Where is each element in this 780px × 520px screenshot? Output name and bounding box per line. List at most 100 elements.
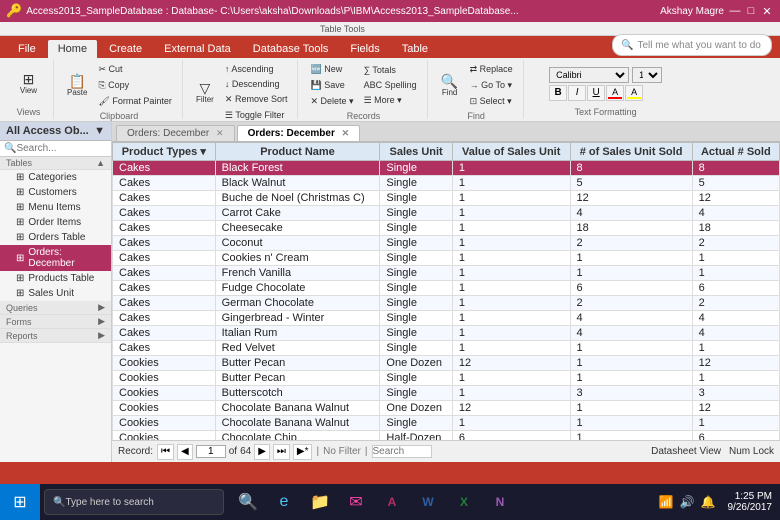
close-button[interactable]: ✕ (760, 4, 774, 18)
table-row[interactable]: Cookies Chocolate Banana Walnut One Doze… (113, 401, 780, 416)
font-name-select[interactable]: Calibri (549, 67, 629, 83)
tab-database-tools[interactable]: Database Tools (243, 40, 339, 58)
nav-item-customers[interactable]: ⊞ Customers (0, 185, 111, 200)
table-row[interactable]: Cookies Chocolate Banana Walnut Single 1… (113, 416, 780, 431)
save-button[interactable]: 💾 Save (306, 78, 357, 93)
replace-button[interactable]: ⇄ Replace (466, 62, 517, 77)
views-button[interactable]: ⊞ View (15, 69, 43, 98)
table-row[interactable]: Cakes Gingerbread - Winter Single 1 4 4 (113, 311, 780, 326)
paste-button[interactable]: 📋 Paste (62, 71, 92, 100)
nav-search-input[interactable] (16, 143, 107, 154)
nav-last-button[interactable]: ⏭ (273, 444, 290, 460)
col-header-actual-sold[interactable]: Actual # Sold (692, 143, 779, 161)
col-header-sales-unit[interactable]: Sales Unit (380, 143, 452, 161)
col-header-value-sales[interactable]: Value of Sales Unit (452, 143, 570, 161)
tab-file[interactable]: File (8, 40, 46, 58)
tab-external-data[interactable]: External Data (154, 40, 241, 58)
nav-item-orders-table[interactable]: ⊞ Orders Table (0, 230, 111, 245)
delete-button[interactable]: ✕ Delete ▾ (306, 94, 357, 109)
nav-section-tables[interactable]: Tables ▲ (0, 157, 111, 170)
nav-item-order-items[interactable]: ⊞ Order Items (0, 215, 111, 230)
tab-create[interactable]: Create (99, 40, 152, 58)
col-header-product-name[interactable]: Product Name (215, 143, 380, 161)
select-button[interactable]: ⊡ Select ▾ (466, 94, 517, 109)
record-number-input[interactable] (196, 445, 226, 458)
taskbar-excel-icon[interactable]: X (448, 486, 480, 518)
table-row[interactable]: Cakes Red Velvet Single 1 1 1 (113, 341, 780, 356)
doc-tab-orders-1[interactable]: Orders: December ✕ (116, 125, 235, 141)
table-row[interactable]: Cookies Butter Pecan One Dozen 12 1 12 (113, 356, 780, 371)
spelling-button[interactable]: ABC Spelling (360, 78, 421, 92)
table-row[interactable]: Cakes Cheesecake Single 1 18 18 (113, 221, 780, 236)
nav-section-reports[interactable]: Reports ▶ (0, 329, 111, 343)
minimize-button[interactable]: — (728, 4, 742, 18)
filter-button[interactable]: ▽ Filter (191, 78, 219, 107)
datasheet-wrapper[interactable]: Product Types ▾ Product Name Sales Unit … (112, 142, 780, 440)
new-record-button[interactable]: 🆕 New (306, 62, 357, 77)
table-row[interactable]: Cakes French Vanilla Single 1 1 1 (113, 266, 780, 281)
volume-icon[interactable]: 🔊 (680, 495, 695, 509)
tell-me-box[interactable]: 🔍 Tell me what you want to do (612, 34, 772, 56)
ascending-button[interactable]: ↑ Ascending (221, 62, 292, 76)
nav-section-forms[interactable]: Forms ▶ (0, 315, 111, 329)
col-header-product-types[interactable]: Product Types ▾ (113, 143, 216, 161)
nav-item-products-table[interactable]: ⊞ Products Table (0, 271, 111, 286)
taskbar-search[interactable]: 🔍 Type here to search (44, 489, 224, 515)
table-row[interactable]: Cakes Black Forest Single 1 8 8 (113, 161, 780, 176)
table-row[interactable]: Cakes Cookies n' Cream Single 1 1 1 (113, 251, 780, 266)
font-color-button[interactable]: A (606, 85, 624, 101)
bold-button[interactable]: B (549, 85, 567, 101)
underline-button[interactable]: U (587, 85, 605, 101)
nav-next-button[interactable]: ▶ (254, 444, 270, 460)
descending-button[interactable]: ↓ Descending (221, 77, 292, 91)
remove-sort-button[interactable]: ✕ Remove Sort (221, 92, 292, 107)
notification-icon[interactable]: 🔔 (701, 495, 716, 509)
cut-button[interactable]: ✂ Cut (94, 62, 175, 77)
taskbar-access-icon[interactable]: A (376, 486, 408, 518)
network-icon[interactable]: 📶 (659, 495, 674, 509)
format-painter-button[interactable]: 🖌 Format Painter (94, 94, 175, 109)
tab-close-icon[interactable]: ✕ (216, 128, 224, 138)
doc-tab-orders-2[interactable]: Orders: December ✕ (237, 125, 361, 141)
goto-button[interactable]: → Go To ▾ (466, 78, 517, 93)
table-row[interactable]: Cakes Fudge Chocolate Single 1 6 6 (113, 281, 780, 296)
table-row[interactable]: Cakes Black Walnut Single 1 5 5 (113, 176, 780, 191)
nav-item-categories[interactable]: ⊞ Categories (0, 170, 111, 185)
copy-button[interactable]: ⎘ Copy (94, 78, 175, 93)
taskbar-word-icon[interactable]: W (412, 486, 444, 518)
toggle-filter-button[interactable]: ☰ Toggle Filter (221, 108, 292, 123)
table-row[interactable]: Cakes Coconut Single 1 2 2 (113, 236, 780, 251)
search-input[interactable] (372, 445, 432, 458)
highlight-color-button[interactable]: A (625, 85, 643, 101)
tab-table[interactable]: Table (392, 40, 438, 58)
taskbar-edge-icon[interactable]: e (268, 486, 300, 518)
taskbar-cortana-icon[interactable]: 🔍 (232, 486, 264, 518)
table-row[interactable]: Cookies Butterscotch Single 1 3 3 (113, 386, 780, 401)
table-row[interactable]: Cakes Carrot Cake Single 1 4 4 (113, 206, 780, 221)
nav-item-sales-unit[interactable]: ⊞ Sales Unit (0, 286, 111, 301)
tab-fields[interactable]: Fields (340, 40, 389, 58)
table-row[interactable]: Cakes Buche de Noel (Christmas C) Single… (113, 191, 780, 206)
table-row[interactable]: Cakes Italian Rum Single 1 4 4 (113, 326, 780, 341)
italic-button[interactable]: I (568, 85, 586, 101)
nav-section-queries[interactable]: Queries ▶ (0, 301, 111, 315)
taskbar-file-icon[interactable]: 📁 (304, 486, 336, 518)
totals-button[interactable]: ∑ Totals (360, 63, 421, 77)
more-button[interactable]: ☰ More ▾ (360, 93, 421, 108)
nav-item-orders-december[interactable]: ⊞ Orders: December (0, 245, 111, 271)
tab-close-active-icon[interactable]: ✕ (342, 128, 350, 138)
nav-item-menu-items[interactable]: ⊞ Menu Items (0, 200, 111, 215)
col-header-num-sold[interactable]: # of Sales Unit Sold (570, 143, 692, 161)
start-button[interactable]: ⊞ (0, 484, 40, 520)
nav-new-button[interactable]: ▶* (293, 444, 313, 460)
find-button[interactable]: 🔍 Find (436, 71, 464, 100)
maximize-button[interactable]: □ (744, 4, 758, 18)
font-size-select[interactable]: 11 (632, 67, 662, 83)
table-row[interactable]: Cookies Butter Pecan Single 1 1 1 (113, 371, 780, 386)
nav-prev-button[interactable]: ◀ (177, 444, 193, 460)
taskbar-mail-icon[interactable]: ✉ (340, 486, 372, 518)
nav-first-button[interactable]: ⏮ (157, 444, 174, 460)
table-row[interactable]: Cookies Chocolate Chip Half-Dozen 6 1 6 (113, 431, 780, 441)
table-row[interactable]: Cakes German Chocolate Single 1 2 2 (113, 296, 780, 311)
nav-header[interactable]: All Access Ob... ▼ (0, 122, 111, 141)
